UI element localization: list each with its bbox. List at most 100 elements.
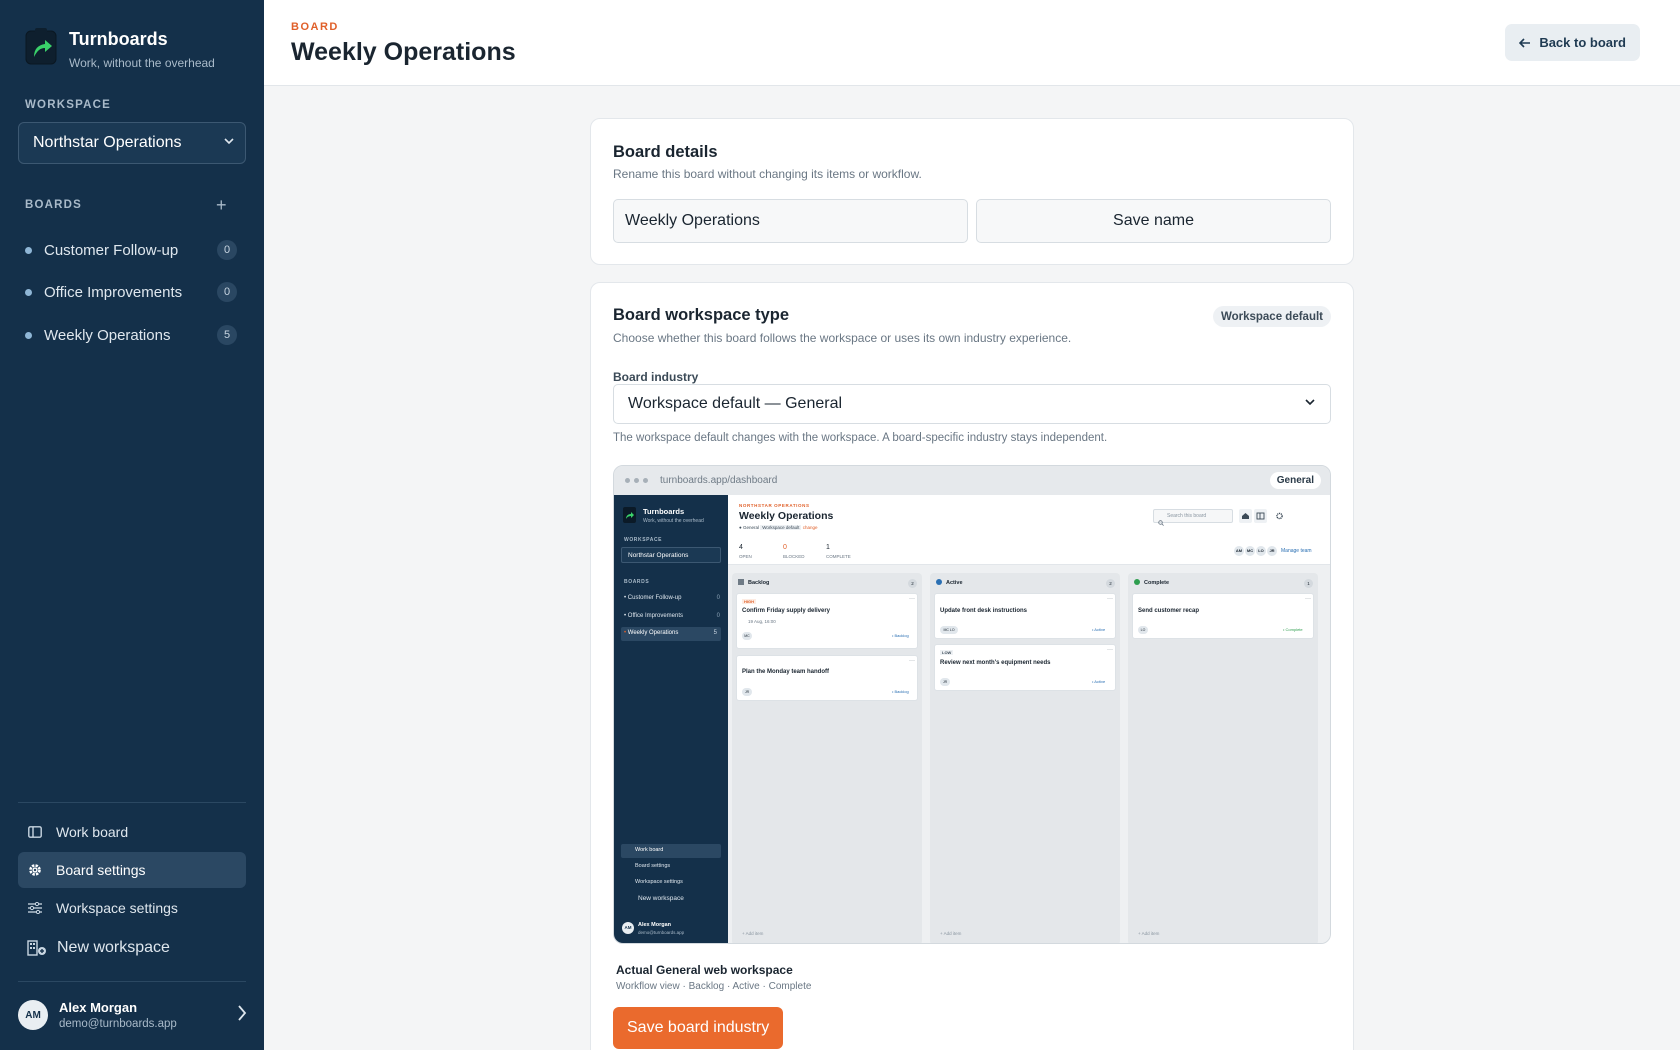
preview-nav-item: Board settings — [635, 863, 671, 869]
arrow-left-icon — [1519, 37, 1531, 48]
preview-user-email: demo@turnboards.app — [638, 930, 685, 935]
sidebar-board-weekly-operations[interactable]: Weekly Operations 5 — [25, 322, 237, 348]
workspace-select[interactable]: Northstar Operations — [18, 122, 246, 164]
preview-card-status: • Backlog — [892, 633, 909, 638]
preview-column-name: Complete — [1144, 580, 1170, 586]
preview-avatar: AM — [622, 922, 634, 934]
add-board-button[interactable]: + — [216, 196, 227, 214]
preview-nav-item: New workspace — [638, 895, 684, 902]
sidebar-board-office-improvements[interactable]: Office Improvements 0 — [25, 279, 237, 305]
preview-meta: ● General Workspace default change — [739, 525, 818, 530]
brand[interactable]: Turnboards Work, without the overhead — [25, 27, 215, 70]
preview-more-icon: ··· — [1107, 596, 1113, 602]
preview-board-name: Office Improvements — [627, 613, 684, 619]
preview-card-assignee: MC — [742, 632, 752, 640]
board-industry-hint: The workspace default changes with the w… — [613, 432, 1108, 444]
preview-card-status: • Complete — [1283, 627, 1303, 632]
preview-url: turnboards.app/dashboard — [660, 475, 778, 486]
nav-label: Board settings — [56, 862, 146, 878]
nav-new-workspace[interactable]: New workspace — [18, 930, 246, 966]
preview-column-complete: Complete 1 ··· Send customer recap LO • … — [1128, 573, 1318, 943]
preview-card-title: Review next month's equipment needs — [940, 660, 1051, 666]
preview-more-icon: ··· — [1107, 647, 1113, 653]
preview-column-icon — [936, 579, 942, 585]
sidebar-divider — [18, 981, 246, 982]
board-dot-icon — [25, 331, 32, 339]
board-industry-label: Board industry — [613, 370, 699, 384]
preview-home-icon — [1239, 509, 1252, 523]
board-name-value: Weekly Operations — [625, 212, 760, 229]
board-name: Office Improvements — [44, 283, 183, 301]
page-kicker: BOARD — [291, 21, 339, 33]
preview-tagline: Work, without the overhead — [643, 518, 704, 524]
save-name-button[interactable]: Save name — [976, 199, 1331, 243]
preview-search-icon — [1158, 513, 1164, 531]
nav-label: Work board — [56, 824, 129, 840]
preview-board-name: Weekly Operations — [627, 630, 679, 636]
preview-column-title: Backlog — [738, 579, 769, 586]
preview-card: ··· Plan the Monday team handoff JR • Ba… — [736, 655, 918, 701]
preview-team-avatar: AM — [1234, 546, 1244, 556]
board-dot-icon — [25, 246, 32, 254]
back-to-board-button[interactable]: Back to board — [1505, 24, 1640, 61]
preview-add-item: + Add item — [742, 931, 764, 936]
preview-board-count: 0 — [716, 613, 720, 619]
workspace-type-description: Choose whether this board follows the wo… — [613, 331, 1072, 345]
preview-more-icon: ··· — [1305, 596, 1311, 602]
chevron-right-icon — [236, 1004, 248, 1027]
preview-column-count: 2 — [908, 579, 917, 588]
preview-column-name: Active — [946, 580, 963, 586]
preview-manage-team: Manage team — [1281, 548, 1312, 554]
preview-caption-sub: Workflow view · Backlog · Active · Compl… — [616, 981, 812, 992]
board-icon — [27, 824, 43, 840]
board-dot-icon — [25, 288, 32, 296]
turnboards-logo-icon — [25, 27, 57, 65]
preview-kicker: NORTHSTAR OPERATIONS — [739, 503, 810, 508]
preview-column-title: Complete — [1134, 579, 1169, 586]
board-count-badge: 0 — [217, 240, 237, 260]
preview-card-date: 19 Aug, 16:00 — [748, 619, 776, 624]
preview-board-name: Customer Follow-up — [627, 595, 682, 601]
window-dots-icon — [625, 478, 648, 483]
user-menu[interactable]: AM Alex Morgan demo@turnboards.app — [18, 998, 248, 1032]
preview-stat-label: BLOCKED — [783, 554, 805, 559]
user-name: Alex Morgan — [59, 1000, 138, 1015]
preview-column-icon — [738, 579, 744, 585]
preview-brand: Turnboards — [643, 507, 685, 516]
page-header: BOARD Weekly Operations Back to board — [264, 0, 1680, 86]
preview-workspace-label: WORKSPACE — [624, 537, 663, 543]
board-industry-select[interactable]: Workspace default — General — [613, 384, 1331, 424]
board-name-input[interactable]: Weekly Operations — [613, 199, 968, 243]
sidebar-board-customer-follow-up[interactable]: Customer Follow-up 0 — [25, 237, 237, 263]
nav-label: New workspace — [57, 939, 170, 956]
board-name: Weekly Operations — [44, 326, 171, 344]
preview-team-avatar: JR — [1267, 546, 1277, 556]
building-plus-icon — [27, 940, 47, 956]
preview-boards-label: BOARDS — [624, 579, 650, 585]
nav-board-settings[interactable]: Board settings — [18, 852, 246, 888]
preview-column-active: Active 2 ··· Update front desk instructi… — [930, 573, 1120, 943]
nav-workspace-settings[interactable]: Workspace settings — [18, 890, 246, 926]
preview-browser-bar: turnboards.app/dashboard General — [614, 466, 1330, 495]
preview-column-icon — [1134, 579, 1140, 585]
workspace-type-card: Board workspace type Workspace default C… — [590, 282, 1354, 1050]
workspace-label: WORKSPACE — [25, 99, 111, 111]
preview-card-status-label: Backlog — [894, 689, 909, 694]
preview-team-avatar: MC — [1245, 546, 1255, 556]
preview-card-title: Plan the Monday team handoff — [742, 669, 830, 675]
preview-industry-tag: General — [1269, 472, 1321, 489]
preview-search-input: Search this board — [1153, 509, 1233, 523]
sidebar: Turnboards Work, without the overhead WO… — [0, 0, 264, 1050]
nav-work-board[interactable]: Work board — [18, 814, 246, 850]
save-board-industry-button[interactable]: Save board industry — [613, 1007, 784, 1049]
preview-more-icon: ··· — [909, 658, 915, 664]
preview-board-icon — [1254, 509, 1267, 523]
preview-card: ··· Send customer recap LO • Complete — [1132, 593, 1314, 639]
preview-title: Weekly Operations — [739, 510, 834, 522]
back-to-board-label: Back to board — [1539, 35, 1626, 50]
preview-add-item: + Add item — [940, 931, 962, 936]
preview-nav-item-active: Work board — [621, 844, 721, 858]
preview-logo-icon — [623, 507, 636, 523]
preview-column-count: 2 — [1106, 579, 1115, 588]
preview-user-name: Alex Morgan — [638, 922, 672, 928]
